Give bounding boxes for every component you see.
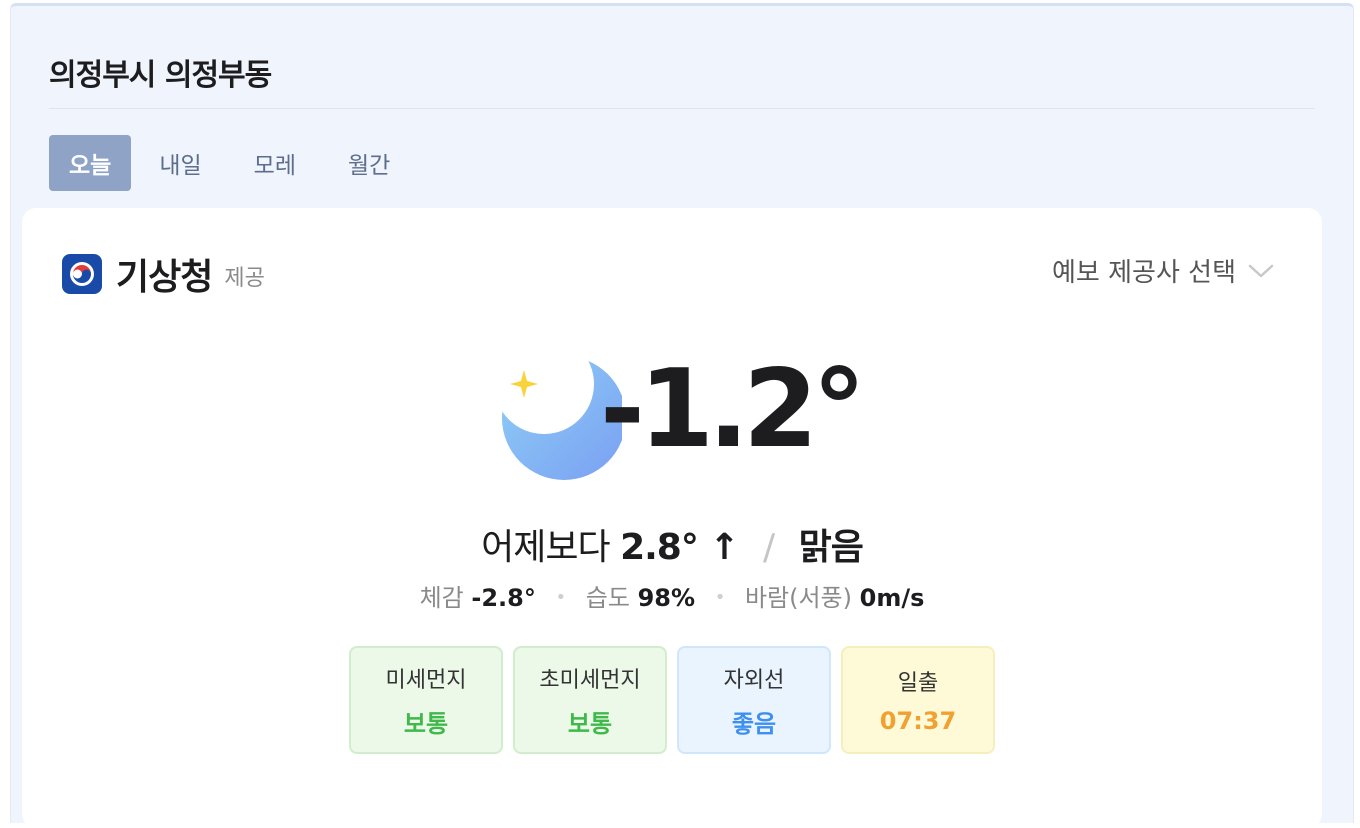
provider-suffix: 제공 bbox=[224, 266, 265, 291]
uv-tile[interactable]: 자외선 좋음 bbox=[677, 646, 831, 754]
summary-separator: / bbox=[763, 527, 775, 568]
wind-value: 0m/s bbox=[859, 584, 925, 612]
humidity-label: 습도 bbox=[585, 584, 630, 612]
air-quality-tiles: 미세먼지 보통 초미세먼지 보통 자외선 좋음 일출 07:37 bbox=[349, 646, 1005, 754]
tab-monthly[interactable]: 월간 bbox=[332, 135, 406, 191]
humidity-value: 98% bbox=[637, 584, 696, 612]
detail-dot: • bbox=[714, 587, 726, 608]
tab-day-after[interactable]: 모레 bbox=[238, 135, 312, 191]
compare-prefix: 어제보다 bbox=[481, 527, 610, 568]
tile-value: 보통 bbox=[403, 709, 449, 738]
weather-condition: 맑음 bbox=[798, 527, 864, 568]
detail-dot: • bbox=[555, 587, 567, 608]
compare-value: 2.8° ↑ bbox=[620, 527, 739, 568]
provider-info: 기상청 제공 bbox=[62, 248, 265, 300]
tile-value: 07:37 bbox=[879, 707, 957, 735]
wind-label: 바람(서풍) bbox=[744, 584, 852, 612]
tile-label: 미세먼지 bbox=[385, 667, 467, 693]
provider-name: 기상청 bbox=[116, 257, 213, 298]
tile-value: 보통 bbox=[567, 709, 613, 738]
tile-label: 초미세먼지 bbox=[539, 667, 641, 693]
provider-select-label: 예보 제공사 선택 bbox=[1052, 258, 1236, 288]
weather-summary: 어제보다 2.8° ↑ / 맑음 bbox=[22, 518, 1322, 570]
forecast-card: 기상청 제공 예보 제공사 선택 -1.2° 어제보다 2.8° ↑ / 맑음 … bbox=[22, 208, 1322, 828]
day-tabs: 오늘 내일 모레 월간 bbox=[49, 135, 408, 191]
location-title: 의정부시 의정부동 bbox=[49, 58, 272, 93]
weather-details: 체감 -2.8° • 습도 98% • 바람(서풍) 0m/s bbox=[22, 578, 1322, 613]
divider bbox=[49, 108, 1315, 109]
tab-today[interactable]: 오늘 bbox=[49, 135, 132, 191]
current-weather: -1.2° bbox=[492, 347, 866, 480]
tile-label: 자외선 bbox=[723, 667, 785, 693]
feels-like-value: -2.8° bbox=[471, 584, 536, 612]
chevron-down-icon bbox=[1248, 256, 1274, 286]
feels-like-label: 체감 bbox=[419, 584, 464, 612]
fine-dust-tile[interactable]: 미세먼지 보통 bbox=[349, 646, 503, 754]
provider-select[interactable]: 예보 제공사 선택 bbox=[1052, 252, 1274, 289]
sunrise-tile[interactable]: 일출 07:37 bbox=[841, 646, 995, 754]
current-temperature: -1.2° bbox=[600, 347, 866, 472]
tile-label: 일출 bbox=[897, 671, 939, 696]
tab-tomorrow[interactable]: 내일 bbox=[143, 135, 217, 191]
ultrafine-dust-tile[interactable]: 초미세먼지 보통 bbox=[513, 646, 667, 754]
tile-value: 좋음 bbox=[731, 709, 777, 738]
kma-logo-icon bbox=[62, 254, 102, 294]
